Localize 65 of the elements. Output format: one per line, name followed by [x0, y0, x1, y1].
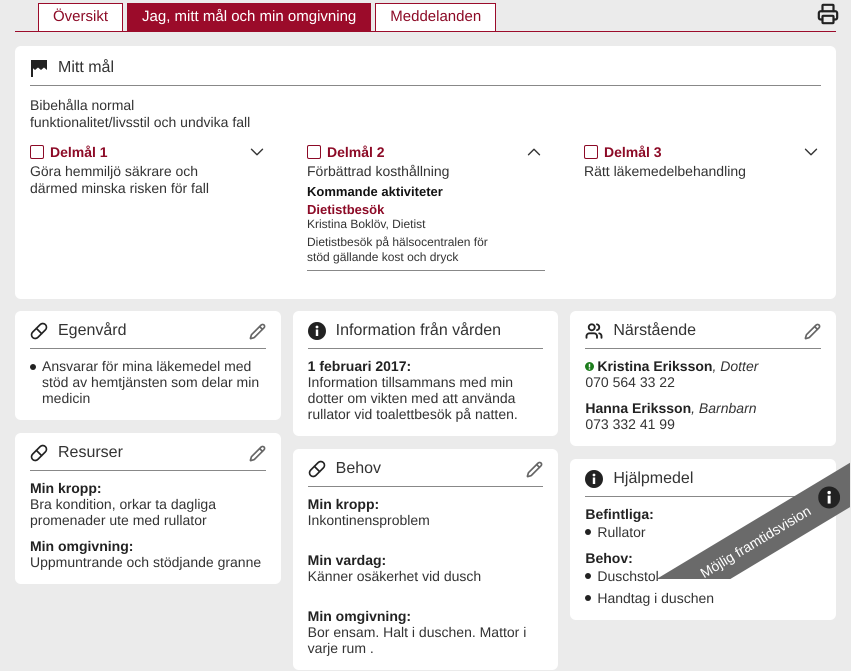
section-text: Uppmuntrande och stödjande granne [30, 554, 262, 570]
pill-icon [308, 460, 326, 478]
section-heading: Behov: [585, 550, 633, 566]
checkbox[interactable] [307, 145, 321, 159]
card-title: Närstående [613, 321, 698, 341]
section-heading: Min kropp: [30, 480, 102, 496]
section-text: Bor ensam. Halt i duschen. Mattor i varje rum . [308, 624, 528, 656]
contact-relation: , Dotter [712, 358, 758, 374]
list-item-text: Duschstol [597, 568, 659, 584]
edit-icon[interactable] [248, 322, 266, 340]
section-heading: Min omgivning: [30, 538, 134, 554]
subgoal-label[interactable]: Delmål 1 [50, 144, 108, 160]
edit-icon[interactable] [804, 322, 821, 340]
flag-icon [30, 59, 48, 77]
list-item-text: Handtag i duschen [597, 590, 714, 606]
section-text: Information tillsammans med min dotter om vikten med att använda rullator vid toalettbesök på natten. [308, 374, 519, 422]
checkbox[interactable] [584, 145, 598, 159]
contact-phone: 070 564 33 22 [585, 374, 676, 390]
info-icon [818, 486, 841, 508]
section-heading: Min omgivning: [308, 608, 412, 624]
contact-phone: 073 332 41 99 [585, 416, 676, 432]
contact-name: Kristina Eriksson [597, 358, 712, 374]
users-icon [585, 322, 604, 340]
section-text: Bra kondition, orkar ta dagliga promenader ute med rullator [30, 496, 217, 528]
list-item-text: Rullator [597, 524, 646, 540]
checkbox[interactable] [30, 145, 44, 159]
contact-name: Hanna Eriksson [585, 400, 692, 416]
edit-icon[interactable] [526, 460, 544, 478]
contact-relation: , Barnbarn [691, 400, 757, 416]
info-icon [585, 470, 604, 488]
subgoal-label[interactable]: Delmål 3 [604, 144, 662, 160]
activity-title[interactable]: Dietistbesök [307, 202, 545, 217]
subgoal-text: Rätt läkemedelbehandling [584, 163, 747, 180]
section-heading: Min vardag: [308, 552, 386, 568]
tab[interactable]: Översikt [38, 3, 124, 31]
card-title: Resurser [58, 443, 124, 463]
tab[interactable]: Meddelanden [375, 3, 496, 31]
card-title: Information från vården [336, 321, 502, 341]
bullet-icon [30, 364, 36, 370]
goal-description: Bibehålla normal funktionalitet/livsstil och undvika fall [30, 97, 252, 131]
tab[interactable]: Jag, mitt mål och min omgivning [127, 3, 372, 31]
subgoal-label[interactable]: Delmål 2 [327, 144, 385, 160]
activities-heading: Kommande aktiviteter [307, 184, 444, 199]
print-icon[interactable] [817, 3, 839, 25]
section-heading: Befintliga: [585, 506, 654, 522]
card-title: Egenvård [58, 321, 128, 341]
bullet-icon [585, 595, 592, 601]
bullet-icon [585, 529, 592, 535]
activity-person: Kristina Boklöv, Dietist [307, 217, 426, 232]
subgoal-text: Göra hemmiljö säkrare och därmed minska risken för fall [30, 163, 210, 197]
info-icon [308, 322, 326, 340]
card-title: Hjälpmedel [613, 469, 694, 489]
list-item-text: Ansvarar för mina läkemedel med stöd av hemtjänsten som delar min medicin [42, 358, 260, 406]
section-heading: Min kropp: [308, 496, 380, 512]
activity-description: Dietistbesök på hälsocentralen för stöd gällande kost och dryck [307, 235, 489, 265]
edit-icon[interactable] [248, 444, 266, 462]
section-text: Inkontinensproblem [308, 512, 431, 528]
pill-icon [30, 322, 48, 340]
section-text: Känner osäkerhet vid dusch [308, 568, 482, 584]
subgoal-text: Förbättrad kosthållning [307, 163, 450, 180]
pill-icon [30, 444, 48, 462]
card-title: Mitt mål [58, 58, 114, 78]
section-heading: 1 februari 2017: [308, 358, 412, 374]
card-title: Behov [336, 459, 382, 479]
bullet-icon [585, 573, 592, 579]
